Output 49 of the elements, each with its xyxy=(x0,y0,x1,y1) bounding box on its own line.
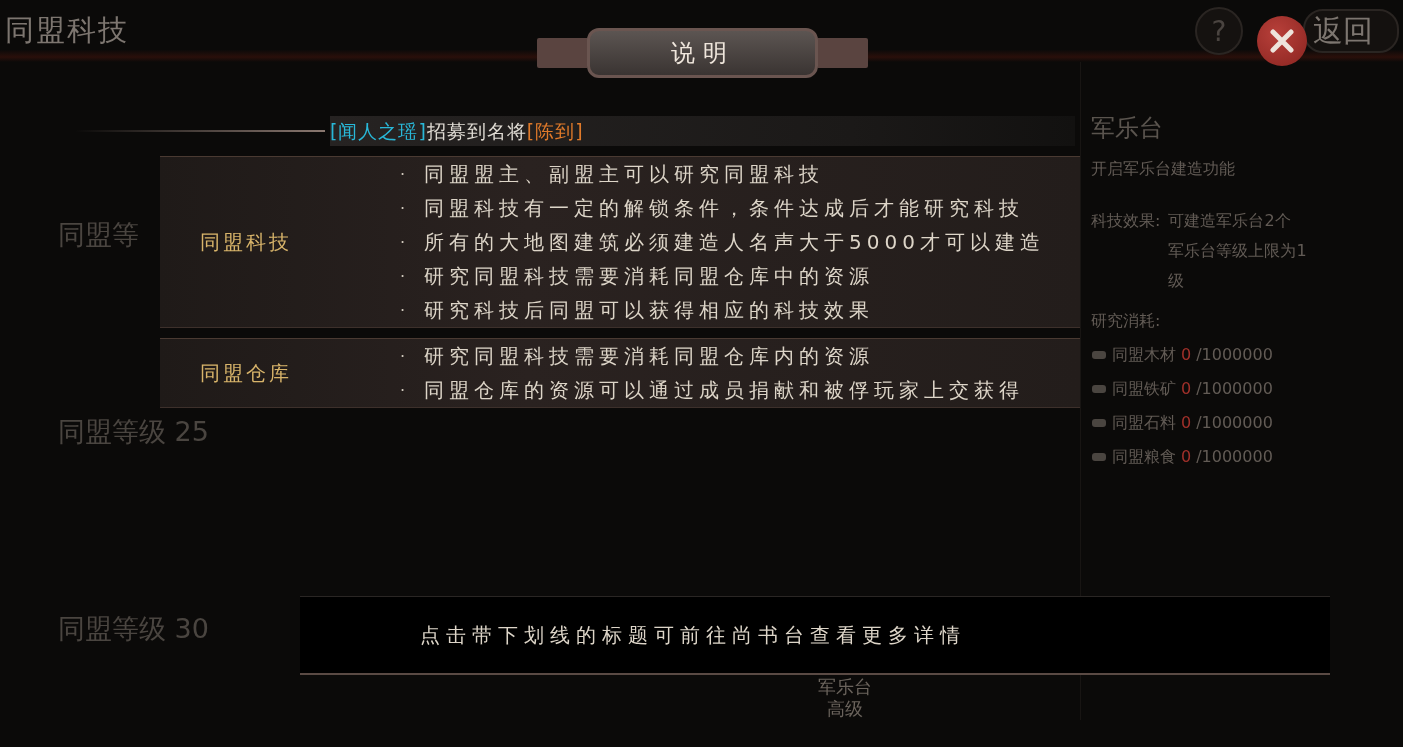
resource-icon xyxy=(1091,417,1107,429)
close-icon xyxy=(1269,28,1295,54)
resource-icon xyxy=(1091,451,1107,463)
rule-text: 同盟盟主、副盟主可以研究同盟科技 xyxy=(424,160,824,188)
resource-icon xyxy=(1091,349,1107,361)
announcement-text: [闻人之瑶]招募到名将[陈到] xyxy=(330,116,1075,146)
bullet: · xyxy=(400,266,407,286)
page-title: 同盟科技 xyxy=(5,12,129,49)
bullet: · xyxy=(400,300,407,320)
resource-limit: /1000000 xyxy=(1196,412,1273,434)
resource-limit: /1000000 xyxy=(1196,344,1273,366)
section-title[interactable]: 同盟仓库 xyxy=(160,359,292,387)
effect-text: 级 xyxy=(1168,270,1185,292)
bullet: · xyxy=(400,198,407,218)
resource-amount: 0 xyxy=(1181,344,1192,366)
hint-text: 点击带下划线的标题可前往尚书台查看更多详情 xyxy=(420,621,966,649)
level-heading: 同盟等 xyxy=(58,218,139,252)
building-level-label: 高级 xyxy=(827,698,863,720)
resource-name: 同盟粮食 xyxy=(1112,446,1176,468)
section-title[interactable]: 同盟科技 xyxy=(160,228,292,256)
panel-title: 军乐台 xyxy=(1091,114,1163,142)
unlock-text: 开启军乐台建造功能 xyxy=(1091,158,1235,180)
effect-text: 军乐台等级上限为1 xyxy=(1168,240,1307,262)
resource-limit: /1000000 xyxy=(1196,378,1273,400)
resource-limit: /1000000 xyxy=(1196,446,1273,468)
level-heading: 同盟等级 25 xyxy=(58,415,209,449)
rule-text: 同盟科技有一定的解锁条件，条件达成后才能研究科技 xyxy=(424,194,1024,222)
effect-text: 可建造军乐台2个 xyxy=(1168,210,1291,232)
resource-amount: 0 xyxy=(1181,412,1192,434)
back-button[interactable]: 返回 xyxy=(1303,9,1399,53)
resource-amount: 0 xyxy=(1181,378,1192,400)
rule-text: 研究科技后同盟可以获得相应的科技效果 xyxy=(424,296,874,324)
bullet: · xyxy=(400,232,407,252)
level-heading: 同盟等级 30 xyxy=(58,612,209,646)
bullet: · xyxy=(400,164,407,184)
cost-label: 研究消耗: xyxy=(1091,310,1161,332)
rule-text: 所有的大地图建筑必须建造人名声大于5000才可以建造 xyxy=(424,228,1045,256)
resource-name: 同盟铁矿 xyxy=(1112,378,1176,400)
bullet: · xyxy=(400,346,407,366)
resource-name: 同盟石料 xyxy=(1112,412,1176,434)
resource-name: 同盟木材 xyxy=(1112,344,1176,366)
rule-text: 同盟仓库的资源可以通过成员捐献和被俘玩家上交获得 xyxy=(424,376,1024,404)
resource-icon xyxy=(1091,383,1107,395)
rule-text: 研究同盟科技需要消耗同盟仓库内的资源 xyxy=(424,342,874,370)
rule-text: 研究同盟科技需要消耗同盟仓库中的资源 xyxy=(424,262,874,290)
bullet: · xyxy=(400,380,407,400)
resource-amount: 0 xyxy=(1181,446,1192,468)
effect-label: 科技效果: xyxy=(1091,210,1161,232)
building-name: 军乐台 xyxy=(818,676,872,698)
